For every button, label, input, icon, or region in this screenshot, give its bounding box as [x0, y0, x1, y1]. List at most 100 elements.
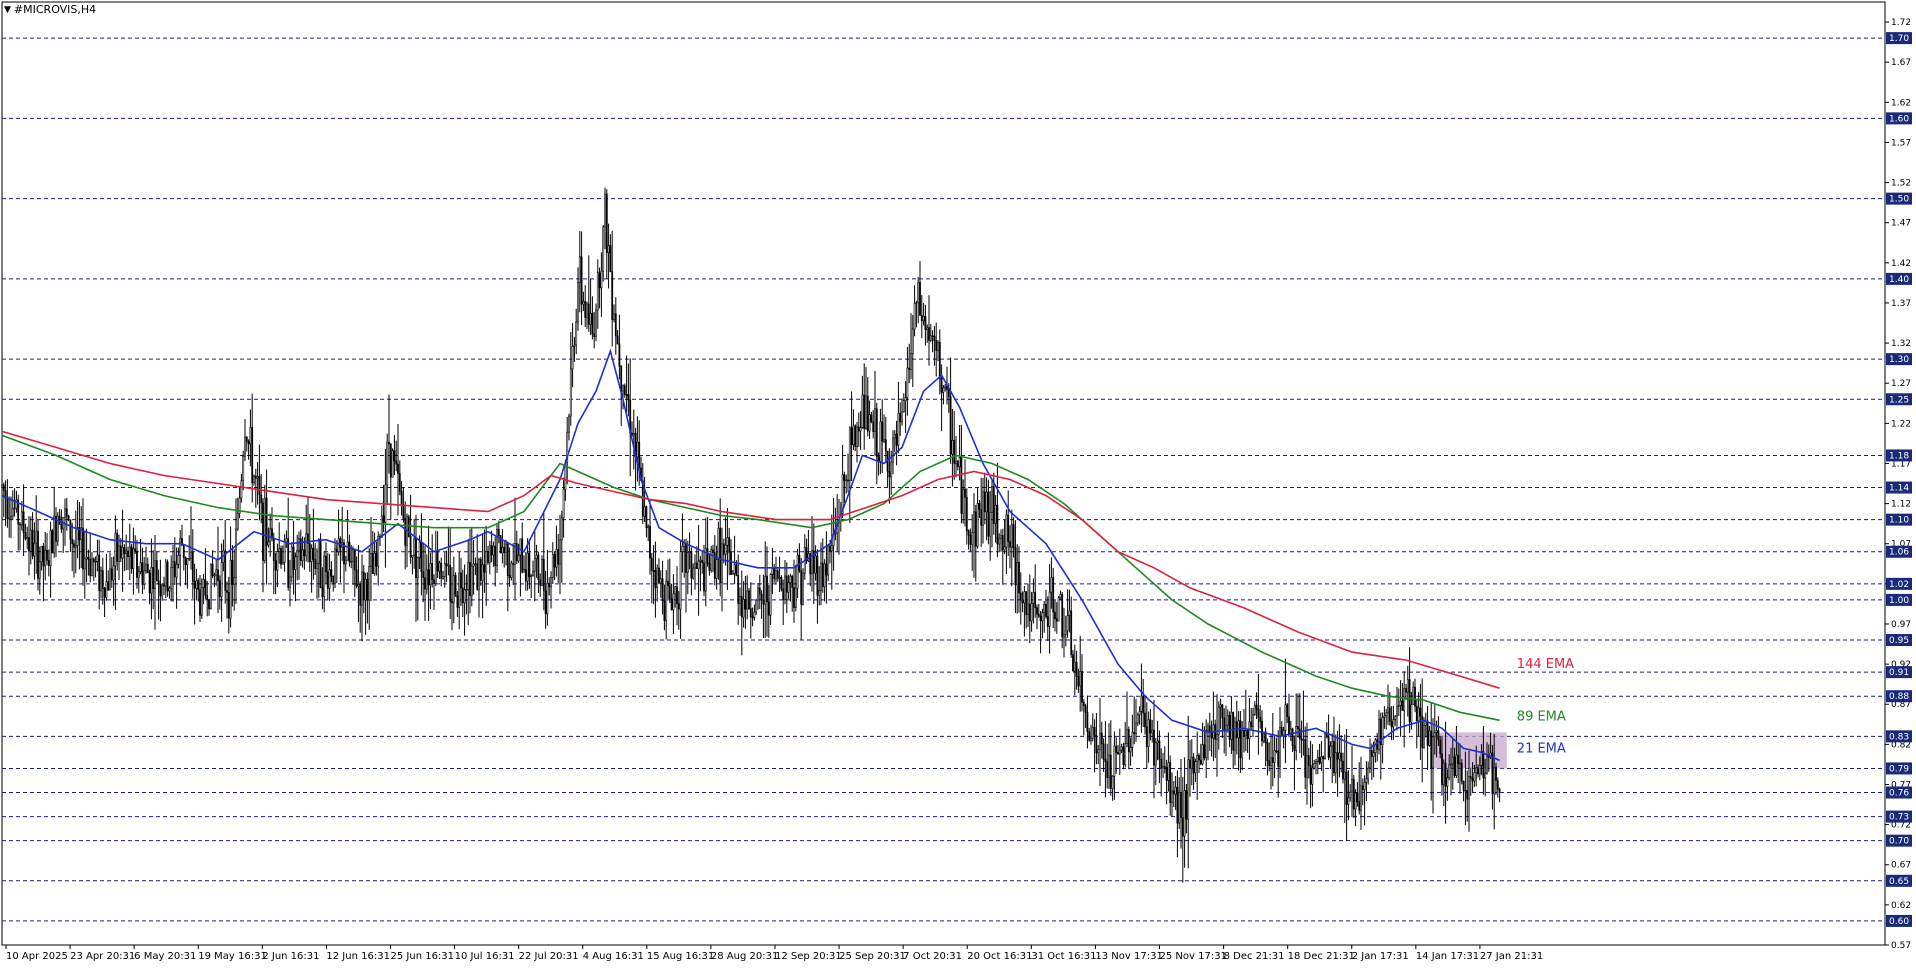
candle-body — [645, 506, 648, 528]
candle-body — [240, 480, 243, 499]
candle-body — [478, 558, 480, 591]
triangle-down-icon[interactable]: ▼ — [4, 5, 11, 15]
candle-body — [910, 353, 912, 370]
time-tick-label: 12 Jun 16:31 — [326, 951, 390, 962]
candle-body — [533, 558, 536, 572]
candle-body — [1153, 729, 1155, 766]
candle-body — [501, 547, 504, 554]
candle-body — [931, 335, 934, 338]
candle-body — [490, 545, 493, 556]
candle-body — [355, 569, 358, 587]
candle-body — [784, 575, 786, 600]
candle-body — [964, 488, 966, 498]
candle-body — [949, 396, 952, 455]
candle-body — [1408, 679, 1411, 723]
candle-body — [1252, 714, 1254, 727]
level-badge-label: 1.25 — [1889, 395, 1909, 405]
candle-body — [1066, 615, 1069, 632]
candle-body — [1318, 757, 1321, 764]
candle-body — [449, 564, 452, 602]
candle-body — [764, 575, 767, 605]
candle-body — [211, 563, 214, 576]
chart-area[interactable]: ▼ #MICROVIS,H4 1.72 1.67 1.62 1.57 1.52 1.47 1… — [0, 0, 1916, 963]
candle-body — [1313, 762, 1316, 769]
candle-body — [362, 571, 365, 601]
candle-body — [726, 537, 729, 546]
candle-body — [868, 414, 871, 432]
candle-body — [926, 327, 929, 331]
candle-body — [1102, 743, 1105, 760]
candle-body — [557, 548, 560, 565]
candle-body — [1216, 734, 1218, 740]
candle-body — [609, 245, 612, 272]
price-tick-label: 1.52 — [1891, 179, 1911, 189]
level-badge-label: 0.60 — [1889, 917, 1909, 927]
candle-body — [166, 561, 169, 592]
candle-body — [94, 561, 97, 563]
candle-body — [447, 564, 450, 567]
candle-body — [569, 368, 572, 417]
candle-body — [1046, 616, 1049, 627]
candle-body — [899, 412, 902, 423]
candle-body — [1084, 705, 1087, 713]
candle-body — [1300, 738, 1303, 741]
candle-body — [1428, 730, 1431, 746]
candle-body — [1095, 734, 1098, 754]
candle-body — [524, 569, 527, 582]
candle-body — [933, 335, 936, 341]
candle-body — [1163, 766, 1166, 768]
candle-body — [188, 557, 191, 560]
candle-body — [260, 494, 263, 504]
candle-body — [1050, 577, 1053, 593]
candle-body — [1478, 765, 1481, 775]
candle-body — [359, 583, 362, 606]
candle-body — [100, 570, 102, 592]
candle-body — [1145, 726, 1148, 747]
candle-body — [197, 580, 200, 590]
candle-body — [404, 518, 407, 546]
candle-body — [276, 551, 279, 571]
candle-body — [1316, 757, 1319, 762]
candle-body — [748, 590, 750, 609]
candle-body — [1126, 729, 1128, 744]
time-tick-label: 7 Oct 20:31 — [903, 951, 962, 962]
price-chart-svg[interactable]: 1.72 1.67 1.62 1.57 1.52 1.47 1.42 1.37 1.32 1.27… — [0, 0, 1916, 963]
candle-body — [353, 549, 356, 571]
candle-body — [1306, 755, 1308, 778]
candle-body — [1199, 759, 1202, 765]
candle-body — [1367, 767, 1370, 780]
candle-body — [1453, 756, 1456, 776]
candle-body — [1129, 747, 1132, 753]
candle-body — [179, 538, 182, 556]
candles — [1, 187, 1501, 883]
candle-body — [922, 316, 925, 322]
level-badge-label: 1.14 — [1889, 484, 1909, 494]
candle-body — [1374, 739, 1377, 753]
candle-body — [800, 570, 803, 605]
candle-body — [1358, 801, 1361, 811]
candle-body — [1081, 670, 1083, 703]
candle-body — [816, 555, 819, 596]
candle-body — [749, 608, 752, 618]
candle-body — [942, 387, 945, 393]
candle-body — [1169, 762, 1172, 803]
candle-body — [710, 549, 713, 571]
candle-body — [663, 600, 666, 621]
candle-body — [33, 542, 36, 557]
candle-body — [427, 569, 430, 586]
candle-body — [71, 538, 74, 544]
candle-body — [1239, 720, 1242, 759]
candle-body — [469, 562, 471, 596]
candle-body — [861, 394, 864, 428]
candle-body — [1061, 594, 1064, 638]
candle-body — [627, 394, 630, 401]
candle-body — [1070, 610, 1073, 655]
candle-body — [672, 593, 675, 611]
candle-body — [465, 589, 468, 591]
candle-body — [393, 450, 396, 462]
candle-body — [1028, 603, 1031, 622]
candle-body — [919, 282, 921, 316]
candle-body — [118, 545, 120, 562]
candle-body — [821, 562, 824, 588]
candle-body — [1140, 695, 1143, 712]
